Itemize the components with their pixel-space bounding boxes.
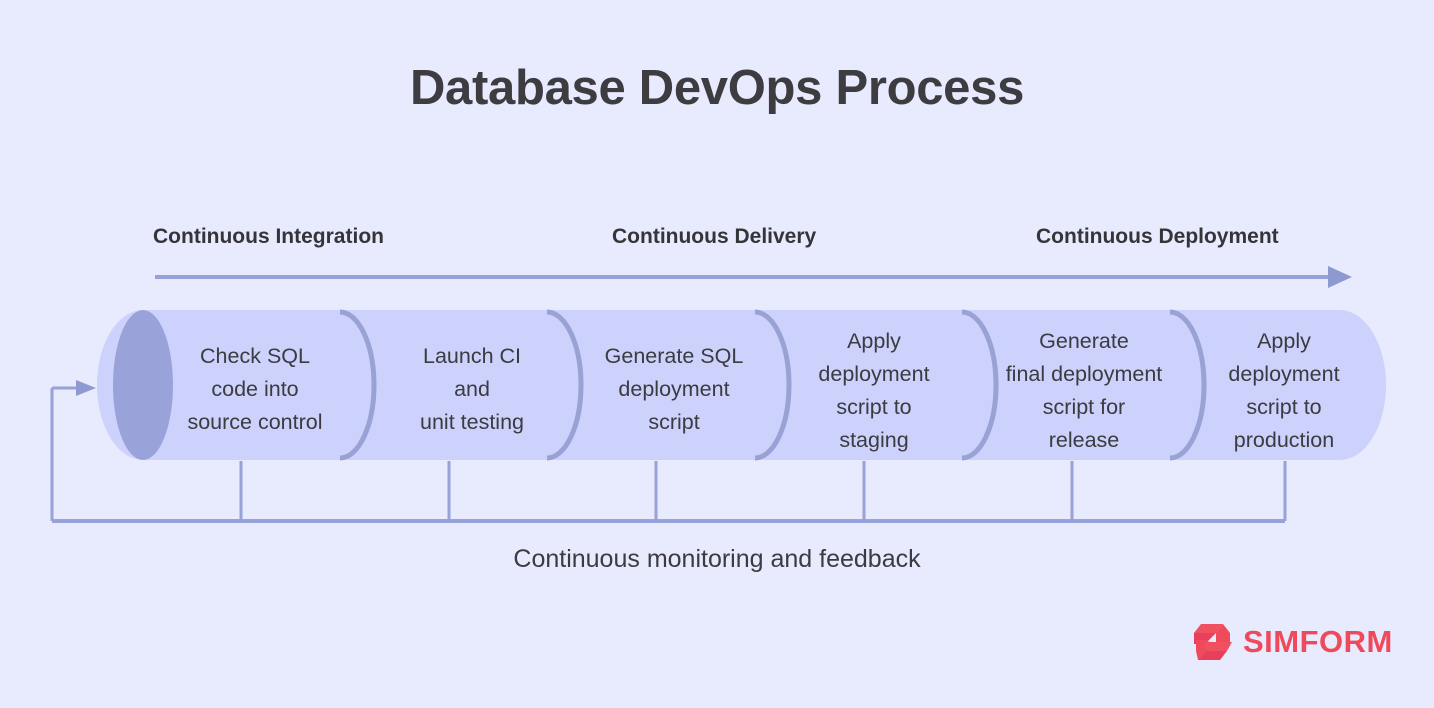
brand-name: SIMFORM (1243, 624, 1393, 659)
feedback-caption: Continuous monitoring and feedback (513, 545, 921, 573)
timeline-arrow (155, 266, 1352, 288)
stage-label-4: Apply deployment script to staging (818, 329, 930, 452)
stage-label-6: Apply deployment script to production (1228, 329, 1340, 452)
stage-label-3: Generate SQL deployment script (604, 344, 744, 434)
feedback-loop-arrow-icon (76, 380, 96, 396)
diagram-canvas: Database DevOps Process Continuous Integ… (0, 0, 1434, 708)
stage-label-5: Generate final deployment script for rel… (1005, 329, 1163, 452)
right-arrow-icon (1328, 266, 1352, 288)
brand-logo: SIMFORM (1192, 622, 1393, 662)
stage-label-2: Launch CI and unit testing (420, 344, 524, 434)
stage-label-1: Check SQL code into source control (187, 344, 323, 434)
cylinder-start-cap (113, 310, 173, 460)
simform-logo-icon (1194, 624, 1232, 660)
